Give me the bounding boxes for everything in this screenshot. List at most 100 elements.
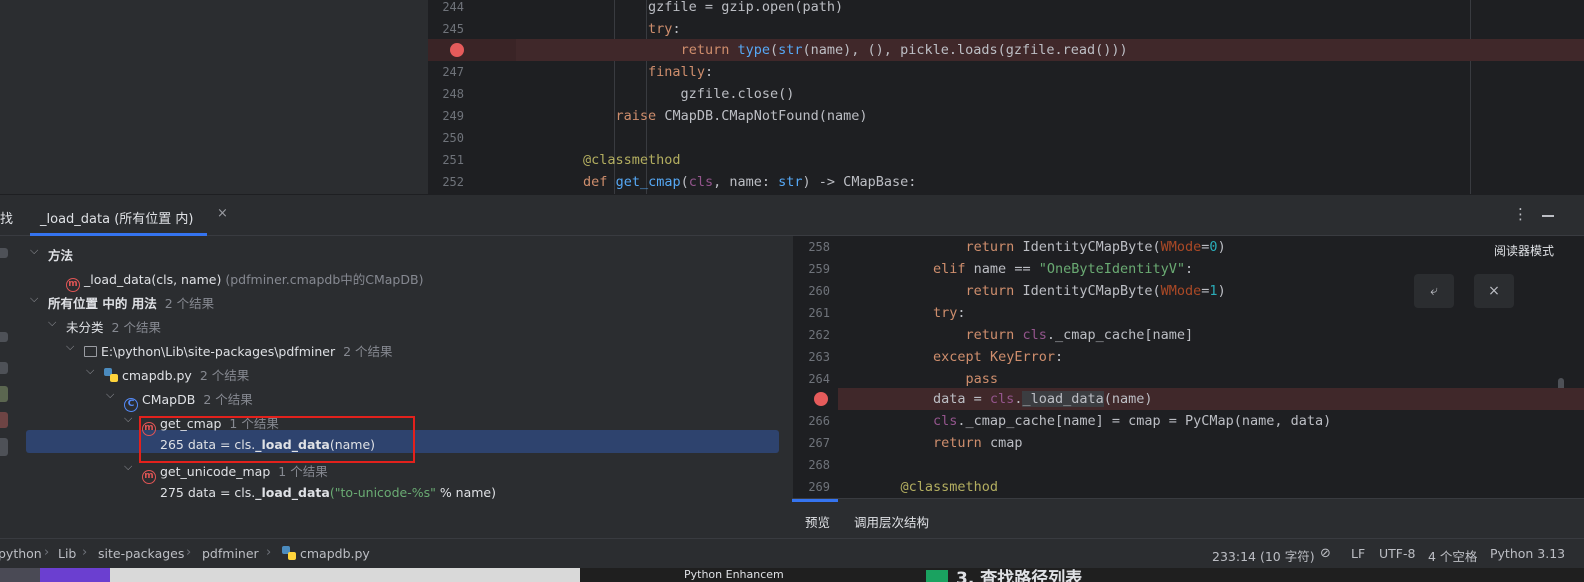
left-toolbar [0,236,10,538]
chevron-down-icon[interactable]: ⌵ [106,388,114,402]
tab-preview[interactable]: 预览 [805,512,830,531]
toolbar-button[interactable] [0,438,8,456]
code-line[interactable]: 259 elif name == "OneByteIdentityV": [792,258,1584,280]
line-number: 263 [808,350,830,364]
find-tool-label[interactable]: 找 [0,208,13,227]
node-context: (pdfminer.cmapdb中的CMapDB) [225,272,424,287]
usage-match: _load_data [255,437,330,452]
code-line[interactable]: 247 finally: [428,61,1584,83]
code-line-breakpoint[interactable]: data = cls._load_data(name) [792,388,1584,410]
preview-code-editor[interactable]: 阅读器模式 ⤶ × 258 return IdentityCMapByte(WM… [792,236,1584,498]
chevron-down-icon[interactable]: ⌵ [30,292,38,306]
result-count: 2 个结果 [343,344,393,359]
line-separator[interactable]: LF [1351,546,1365,561]
code-line[interactable]: 263 except KeyError: [792,346,1584,368]
toolbar-button[interactable] [0,332,8,342]
line-number: 260 [808,284,830,298]
node-label: get_unicode_map [160,464,271,479]
code-text: elif name == "OneByteIdentityV": [933,261,1194,277]
breadcrumb-item[interactable]: python [0,546,42,561]
usage-match: _load_data [255,485,330,500]
taskbar-app[interactable] [40,568,110,582]
toolbar-button[interactable] [0,386,8,402]
taskbar-item[interactable]: 3. 查找路径列表 [956,568,1082,582]
code-line[interactable]: 267 return cmap [792,432,1584,454]
close-icon[interactable]: × [217,206,228,221]
tree-node-file[interactable]: ⌵ cmapdb.py 2 个结果 [10,360,792,384]
node-label: CMapDB [142,392,196,407]
chevron-down-icon[interactable]: ⌵ [66,340,74,354]
code-line[interactable]: 269 @classmethod [792,476,1584,498]
result-count: 2 个结果 [199,368,250,383]
tree-node-uncategorized[interactable]: ⌵ 未分类 2 个结果 [10,312,792,336]
breadcrumb-file[interactable]: cmapdb.py [282,546,370,561]
chevron-down-icon[interactable]: ⌵ [86,364,94,378]
tab-load-data-usages[interactable]: _load_data (所有位置 内) × [30,195,228,236]
tree-node-folder[interactable]: ⌵ E:\python\Lib\site-packages\pdfminer 2 … [10,336,792,360]
tree-node-methods[interactable]: ⌵ 方法 [10,240,792,264]
code-line[interactable]: 245 try: [428,18,1584,40]
node-label: 未分类 [66,320,104,335]
chevron-down-icon[interactable]: ⌵ [124,412,132,426]
code-text: @classmethod [900,479,999,495]
caret-position[interactable]: 233:14 (10 字符) [1212,546,1315,565]
tree-node-get-unicode-map[interactable]: ⌵ m get_unicode_map 1 个结果 [10,456,792,484]
code-line[interactable]: 268 [792,454,1584,476]
line-number: 267 [808,436,830,450]
main-code-editor[interactable]: 244 gzfile = gzip.open(path) 245 try: re… [428,0,1584,194]
code-line-breakpoint[interactable]: return type(str(name), (), pickle.loads(… [428,39,1584,61]
code-line[interactable]: 264 pass [792,368,1584,390]
tree-node-method-item[interactable]: m _load_data(cls, name) (pdfminer.cmapdb中… [10,264,792,292]
taskbar-segment [0,568,40,582]
breadcrumb-item[interactable]: site-packages [98,546,184,561]
toolbar-button[interactable] [0,248,8,258]
breakpoint-icon[interactable] [450,43,464,57]
tree-node-class[interactable]: ⌵ C CMapDB 2 个结果 [10,384,792,412]
usage-text: 265 data = cls. [160,437,256,452]
no-inspection-icon[interactable]: ⊘ [1320,546,1331,561]
toolbar-button[interactable] [0,362,8,374]
indent-setting[interactable]: 4 个空格 [1428,546,1477,565]
node-label: 方法 [48,248,74,263]
result-count: 1 个结果 [229,416,279,431]
breadcrumb-item[interactable]: pdfminer [202,546,259,561]
taskbar-item[interactable]: Python Enhancem [684,568,784,581]
file-encoding[interactable]: UTF-8 [1379,546,1415,561]
code-line[interactable]: 248 gzfile.close() [428,83,1584,105]
breakpoint-icon[interactable] [814,392,828,406]
code-line[interactable]: 244 gzfile = gzip.open(path) [428,0,1584,18]
result-count: 1 个结果 [278,464,328,479]
code-line[interactable]: 261 try: [792,302,1584,324]
tree-node-usage-275[interactable]: 275 data = cls._load_data("to-unicode-%s… [10,480,792,504]
tree-node-usages[interactable]: ⌵ 所有位置 中的 用法 2 个结果 [10,288,792,312]
result-count: 2 个结果 [164,296,215,311]
tree-node-get-cmap[interactable]: ⌵ m get_cmap 1 个结果 [10,408,792,436]
chevron-down-icon[interactable]: ⌵ [124,460,132,474]
code-text: finally: [648,64,714,80]
breadcrumb-item[interactable]: Lib [58,546,76,561]
code-line[interactable]: 250 [428,127,1584,149]
usages-tree[interactable]: ⌵ 方法 m _load_data(cls, name) (pdfminer.cm… [10,236,792,538]
chevron-down-icon[interactable]: ⌵ [30,244,38,258]
code-line[interactable]: 258 return IdentityCMapByte(WMode=0) [792,236,1584,258]
python-interpreter[interactable]: Python 3.13 [1490,546,1565,561]
line-number: 249 [442,109,464,123]
chevron-down-icon[interactable]: ⌵ [48,316,56,330]
tree-node-usage-265[interactable]: 265 data = cls._load_data(name) [10,432,792,456]
code-line[interactable]: 249 raise CMapDB.CMapNotFound(name) [428,105,1584,127]
code-text: except KeyError: [933,349,1064,365]
code-line[interactable]: 252 def get_cmap(cls, name: str) -> CMap… [428,171,1584,193]
code-text: gzfile.close() [518,86,795,102]
toolbar-button[interactable] [0,412,8,428]
minimize-icon[interactable] [1542,215,1554,217]
chevron-right-icon: › [44,545,50,560]
code-line[interactable]: 262 return cls._cmap_cache[name] [792,324,1584,346]
more-options-icon[interactable]: ⋮ [1513,205,1528,223]
os-taskbar: Python Enhancem 3. 查找路径列表 [0,568,1584,582]
tab-call-hierarchy[interactable]: 调用层次结构 [854,512,929,531]
code-text: return IdentityCMapByte(WMode=1) [965,283,1226,299]
line-number: 250 [442,131,464,145]
code-line[interactable]: 266 cls._cmap_cache[name] = cmap = PyCMa… [792,410,1584,432]
code-line[interactable]: 260 return IdentityCMapByte(WMode=1) [792,280,1584,302]
code-line[interactable]: 251 @classmethod [428,149,1584,171]
